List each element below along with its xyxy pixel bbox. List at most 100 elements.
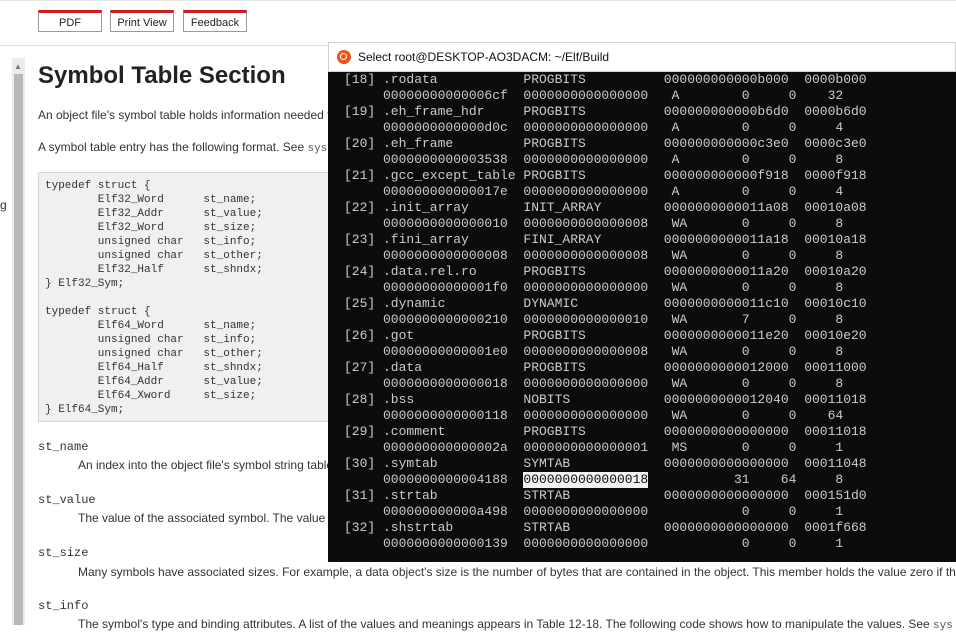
section-size: 0000000000000118 [383,408,508,423]
section-type: FINI_ARRAY [523,232,602,247]
section-link: 0 [741,440,750,455]
section-row: [20] .eh_frame PROGBITS 000000000000c3e0 000… [344,136,954,152]
section-type: PROGBITS [523,72,586,87]
term-st-value-desc: The value of the associated symbol. The … [78,511,326,525]
section-name: .strtab [383,488,438,503]
section-link: 0 [741,504,750,519]
term-st-size: st_size [38,546,89,560]
section-type: PROGBITS [523,264,586,279]
section-link: 0 [741,216,750,231]
section-row-detail: 0000000000000008 0000000000000008 WA 0 0 8 [344,248,954,264]
term-st-info: st_info [38,599,89,613]
selected-text[interactable]: 0000000000000018 [523,472,649,488]
terminal-titlebar[interactable]: Select root@DESKTOP-AO3DACM: ~/Elf/Build [328,42,956,72]
section-idx: [18] [344,72,376,87]
section-idx: [22] [344,200,376,215]
section-idx: [20] [344,136,376,151]
section-addr: 000000000000c3e0 [663,136,789,151]
section-idx: [28] [344,392,376,407]
section-row-detail: 0000000000000010 0000000000000008 WA 0 0 8 [344,216,954,232]
section-align: 1 [835,440,844,455]
term-st-info-desc-text: The symbol's type and binding attributes… [78,617,934,631]
term-st-size-desc: Many symbols have associated sizes. For … [78,565,956,579]
section-align: 4 [835,184,844,199]
format-paragraph-text: A symbol table entry has the following f… [38,140,308,154]
section-info: 0 [788,88,797,103]
section-info: 0 [788,408,797,423]
section-row-detail: 000000000000a498 0000000000000000 0 0 1 [344,504,954,520]
section-info: 64 [780,472,797,487]
section-row: [31] .strtab STRTAB 0000000000000000 000151d… [344,488,954,504]
section-link: 0 [741,536,750,551]
section-size: 0000000000000010 [383,216,508,231]
section-off: 00011018 [804,392,867,407]
scrollbar-thumb[interactable] [14,74,23,625]
section-size: 0000000000000210 [383,312,508,327]
sys-link-2[interactable]: sys [933,620,953,632]
section-align: 32 [827,88,844,103]
section-entsize: 0000000000000008 [523,248,649,263]
section-row: [27] .data PROGBITS 0000000000012000 0001100… [344,360,954,376]
section-align: 8 [835,344,844,359]
section-entsize: 0000000000000001 [523,440,649,455]
section-addr: 0000000000011a18 [663,232,789,247]
section-row: [18] .rodata PROGBITS 000000000000b000 0000b… [344,72,954,88]
section-row: [25] .dynamic DYNAMIC 0000000000011c10 00010… [344,296,954,312]
section-align: 8 [835,312,844,327]
sys-link[interactable]: sys [307,143,327,155]
section-row-detail: 0000000000000018 0000000000000000 WA 0 0 8 [344,376,954,392]
section-row: [28] .bss NOBITS 0000000000012040 00011018 [344,392,954,408]
terminal-window[interactable]: Select root@DESKTOP-AO3DACM: ~/Elf/Build… [328,42,956,562]
left-pane-text: g [0,198,7,212]
section-entsize: 0000000000000008 [523,344,649,359]
section-info: 0 [788,280,797,295]
section-flags: WA [671,280,688,295]
section-addr: 000000000000b6d0 [663,104,789,119]
section-addr: 0000000000011e20 [663,328,789,343]
section-addr: 0000000000000000 [663,488,789,503]
section-row-detail: 0000000000004188 0000000000000018 31 64 8 [344,472,954,488]
section-size: 0000000000004188 [383,472,508,487]
ubuntu-icon [337,50,351,64]
section-entsize: 0000000000000000 [523,152,649,167]
section-size: 00000000000001f0 [383,280,508,295]
section-off: 0001f668 [804,520,867,535]
section-entsize: 0000000000000010 [523,312,649,327]
term-st-name-desc: An index into the object file's symbol s… [78,458,334,472]
section-info: 0 [788,120,797,135]
section-info: 0 [788,376,797,391]
section-flags: WA [671,216,688,231]
section-row-detail: 000000000000002a 0000000000000001 MS 0 0 1 [344,440,954,456]
section-name: .eh_frame [383,136,454,151]
section-entsize: 0000000000000000 [523,88,649,103]
section-info: 0 [788,440,797,455]
section-off: 0000b6d0 [804,104,867,119]
section-size: 00000000000001e0 [383,344,508,359]
terminal-output[interactable]: [18] .rodata PROGBITS 000000000000b000 0000b… [344,72,954,562]
section-type: SYMTAB [523,456,571,471]
scrollbar[interactable]: ▲ [12,58,25,625]
section-type: PROGBITS [523,168,586,183]
section-type: STRTAB [523,488,571,503]
section-flags: A [671,120,680,135]
section-entsize: 0000000000000008 [523,216,649,231]
section-link: 0 [741,408,750,423]
section-link: 0 [741,184,750,199]
section-name: .init_array [383,200,469,215]
section-idx: [24] [344,264,376,279]
section-info: 0 [788,152,797,167]
section-info: 0 [788,536,797,551]
scroll-up-icon[interactable]: ▲ [14,62,22,71]
section-off: 00011018 [804,424,867,439]
section-size: 0000000000003538 [383,152,508,167]
section-off: 00010a20 [804,264,867,279]
section-name: .rodata [383,72,438,87]
section-idx: [26] [344,328,376,343]
terminal-title: Select root@DESKTOP-AO3DACM: ~/Elf/Build [358,50,610,64]
section-row-detail: 000000000000017e 0000000000000000 A 0 0 4 [344,184,954,200]
section-size: 000000000000a498 [383,504,508,519]
section-row: [32] .shstrtab STRTAB 0000000000000000 0001f… [344,520,954,536]
section-align: 8 [835,280,844,295]
section-row: [29] .comment PROGBITS 0000000000000000 0001… [344,424,954,440]
section-addr: 0000000000012000 [663,360,789,375]
